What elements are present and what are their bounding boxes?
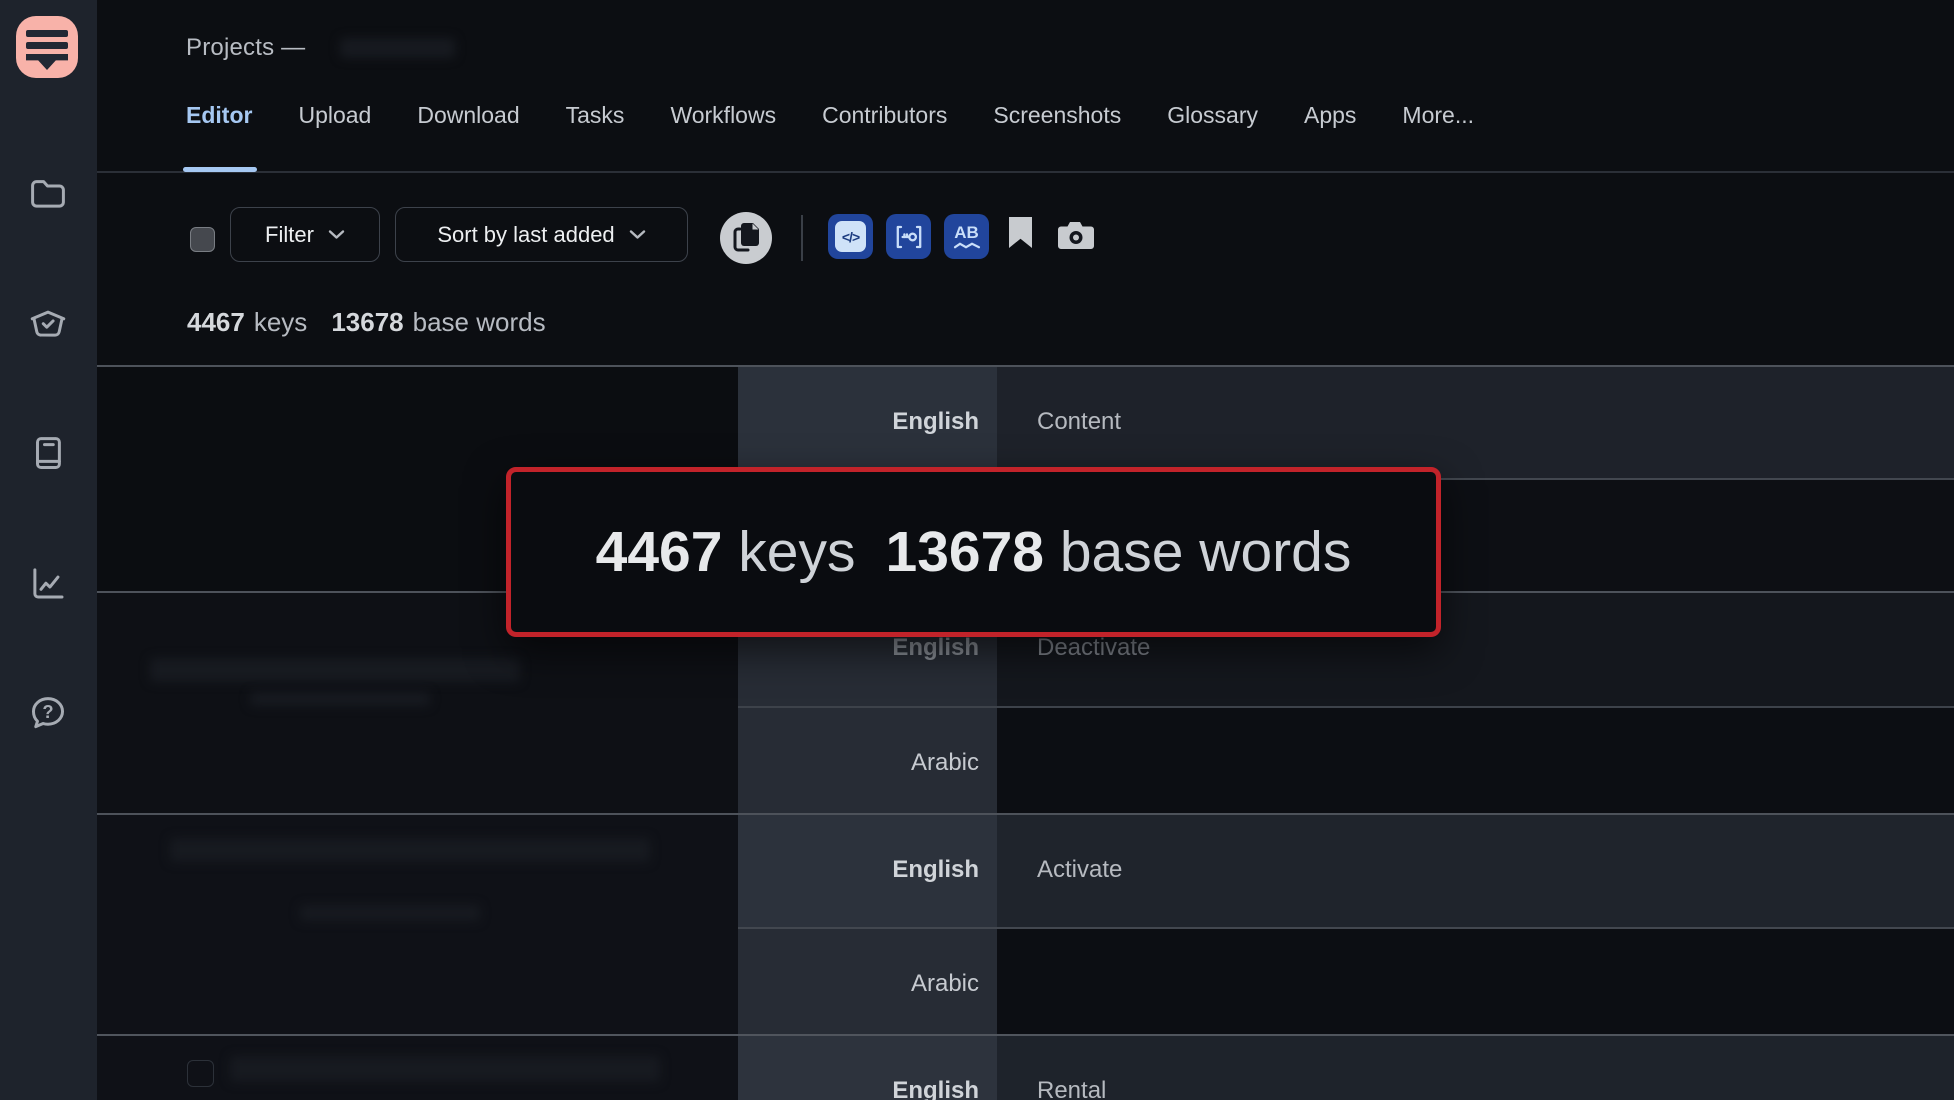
chevron-down-icon (629, 229, 646, 240)
header-divider (97, 171, 1954, 173)
keys-label: keys (254, 307, 307, 338)
toolbar-separator (801, 215, 803, 261)
tab-editor[interactable]: Editor (186, 102, 252, 129)
duplicate-pages-icon[interactable] (720, 212, 772, 264)
svg-text:?: ? (42, 701, 53, 722)
chart-icon[interactable] (26, 561, 70, 605)
project-stats: 4467 keys 13678 base words (187, 307, 546, 338)
base-words-count: 13678 (331, 307, 403, 338)
folder-icon[interactable] (26, 171, 70, 215)
tab-screenshots[interactable]: Screenshots (993, 102, 1121, 129)
language-cell[interactable]: Arabic (738, 707, 997, 814)
filter-dropdown[interactable]: Filter (230, 207, 380, 262)
app-window: ? Projects — Editor Upload Download Task… (0, 0, 1954, 1100)
key-cell[interactable] (97, 1035, 738, 1100)
callout-keys-count: 4467 (596, 519, 723, 585)
filter-label: Filter (265, 222, 314, 248)
language-cell[interactable]: Arabic (738, 928, 997, 1035)
tab-contributors[interactable]: Contributors (822, 102, 947, 129)
tab-download[interactable]: Download (417, 102, 519, 129)
language-cell[interactable]: English (738, 366, 997, 479)
redacted-key-text (150, 658, 520, 682)
logo-bar (26, 30, 68, 37)
key-cell[interactable] (97, 814, 738, 1035)
tab-upload[interactable]: Upload (298, 102, 371, 129)
breadcrumb: Projects — (186, 34, 305, 62)
inline-code-button[interactable]: </> (828, 214, 873, 259)
table-divider (97, 1034, 1954, 1036)
help-icon[interactable]: ? (26, 691, 70, 735)
redacted-project-name (340, 38, 455, 58)
translation-cell[interactable] (997, 707, 1954, 814)
tab-bar: Editor Upload Download Tasks Workflows C… (186, 102, 1474, 129)
sort-label: Sort by last added (437, 222, 614, 248)
translation-cell[interactable] (997, 928, 1954, 1035)
language-cell[interactable]: English (738, 814, 997, 928)
tab-workflows[interactable]: Workflows (670, 102, 776, 129)
redacted-key-text (170, 838, 650, 862)
base-words-label: base words (413, 307, 546, 338)
redacted-key-text (250, 692, 430, 706)
chevron-down-icon (328, 229, 345, 240)
basket-check-icon[interactable] (26, 301, 70, 345)
table-row[interactable]: English Activate (738, 814, 1954, 928)
redacted-key-text (230, 1056, 660, 1082)
logo-flag (26, 54, 68, 70)
camera-icon[interactable] (1056, 219, 1096, 253)
logo-bar (26, 42, 68, 49)
table-divider (97, 365, 1954, 367)
table-divider (97, 813, 1954, 815)
tab-apps[interactable]: Apps (1304, 102, 1356, 129)
language-cell[interactable]: English (738, 1035, 997, 1100)
table-row[interactable]: Arabic (738, 928, 1954, 1035)
key-brackets-icon (894, 222, 924, 252)
row-checkbox-ghost[interactable] (187, 1060, 214, 1087)
sort-dropdown[interactable]: Sort by last added (395, 207, 688, 262)
select-all-checkbox[interactable] (190, 227, 215, 252)
table-divider (738, 706, 1954, 708)
tab-glossary[interactable]: Glossary (1167, 102, 1258, 129)
callout-base-words-count: 13678 (886, 519, 1045, 585)
stats-zoom-callout: 4467 keys 13678 base words (506, 467, 1441, 637)
table-row[interactable]: English Content (738, 366, 1954, 479)
sidebar: ? (0, 0, 97, 1100)
lokalise-logo[interactable] (16, 16, 78, 78)
callout-keys-label: keys (722, 519, 855, 585)
redacted-key-text (300, 905, 480, 921)
callout-base-words-label: base words (1044, 519, 1351, 585)
tab-more[interactable]: More... (1402, 102, 1474, 129)
inline-code-icon: </> (835, 221, 866, 252)
bookmark-icon[interactable] (1009, 217, 1032, 248)
translation-cell[interactable]: Content (997, 366, 1954, 479)
tab-tasks[interactable]: Tasks (566, 102, 625, 129)
key-brackets-button[interactable] (886, 214, 931, 259)
ab-review-icon: AB (953, 224, 981, 250)
table-divider (738, 927, 1954, 929)
keys-count: 4467 (187, 307, 245, 338)
notebook-icon[interactable] (26, 431, 70, 475)
active-tab-underline (183, 167, 257, 172)
translation-cell[interactable]: Activate (997, 814, 1954, 928)
ab-review-button[interactable]: AB (944, 214, 989, 259)
table-row[interactable]: Arabic (738, 707, 1954, 814)
translation-cell[interactable]: Rental (997, 1035, 1954, 1100)
table-row[interactable]: English Rental (738, 1035, 1954, 1100)
